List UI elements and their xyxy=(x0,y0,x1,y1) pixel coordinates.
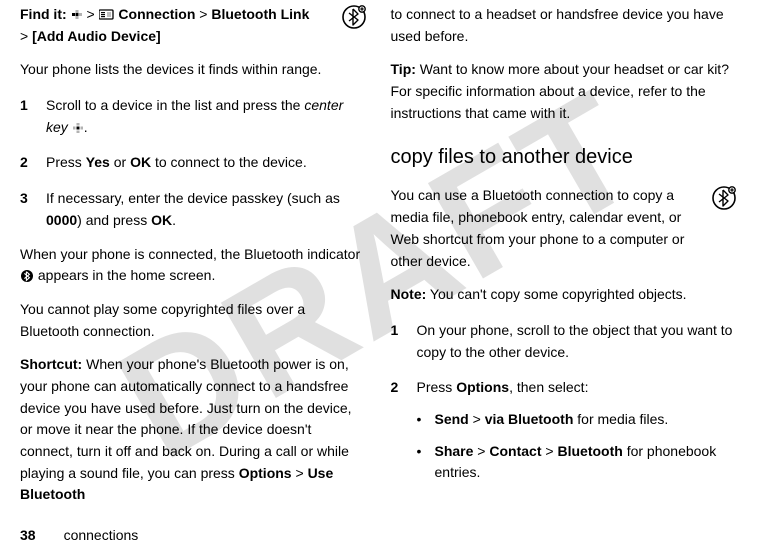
shortcut-b: Options xyxy=(239,465,292,481)
step-1: 1 Scroll to a device in the list and pre… xyxy=(20,95,367,138)
shortcut-label: Shortcut: xyxy=(20,356,82,372)
step-num-2: 2 xyxy=(20,152,32,174)
tip-body: Want to know more about your headset or … xyxy=(391,61,730,120)
intro-para: Your phone lists the devices it finds wi… xyxy=(20,59,367,81)
left-column: Find it: > Connection > Bluetooth Link >… xyxy=(20,4,367,520)
b2b: > xyxy=(473,443,489,459)
bullet-dot-icon-2: • xyxy=(417,441,423,484)
bullet-2: • Share > Contact > Bluetooth for phoneb… xyxy=(391,441,738,484)
center-key-icon xyxy=(71,9,83,21)
r2b: Options xyxy=(456,379,509,395)
gt3: > xyxy=(20,28,28,44)
gt: > xyxy=(86,6,94,22)
path-add-audio: [Add Audio Device] xyxy=(32,28,161,44)
copy-intro-row: You can use a Bluetooth connection to co… xyxy=(391,185,738,272)
page-columns: Find it: > Connection > Bluetooth Link >… xyxy=(0,0,757,520)
rstep-num-1: 1 xyxy=(391,320,403,363)
rstep-body-1: On your phone, scroll to the object that… xyxy=(417,320,738,363)
s1a: Scroll to a device in the list and press… xyxy=(46,97,304,113)
s2a: Press xyxy=(46,154,86,170)
s3a: If necessary, enter the device passkey (… xyxy=(46,190,340,206)
note-para: Note: You can't copy some copyrighted ob… xyxy=(391,284,738,306)
bullet-dot-icon: • xyxy=(417,409,423,431)
center-key-icon-inline xyxy=(72,122,84,134)
step-2: 2 Press Yes or OK to connect to the devi… xyxy=(20,152,367,174)
b2d: > xyxy=(542,443,558,459)
rstep-num-2: 2 xyxy=(391,377,403,399)
bullet-1: • Send > via Bluetooth for media files. xyxy=(391,409,738,431)
s3e: . xyxy=(172,212,176,228)
connection-menu-icon xyxy=(99,9,115,21)
s3d: OK xyxy=(151,212,172,228)
b1c: via Bluetooth xyxy=(485,411,574,427)
b2a: Share xyxy=(435,443,474,459)
step-num-1: 1 xyxy=(20,95,32,138)
step-3: 3 If necessary, enter the device passkey… xyxy=(20,188,367,231)
s2b: Yes xyxy=(86,154,110,170)
copy-intro: You can use a Bluetooth connection to co… xyxy=(391,185,704,272)
path-btlink: Bluetooth Link xyxy=(211,6,309,22)
section-name: connections xyxy=(64,527,139,543)
rstep-1: 1 On your phone, scroll to the object th… xyxy=(391,320,738,363)
bluetooth-feature-icon xyxy=(341,4,367,30)
page-footer: 38 connections xyxy=(20,527,138,543)
step-num-3: 3 xyxy=(20,188,32,231)
copy-heading: copy files to another device xyxy=(391,142,738,173)
find-it-line: Find it: > Connection > Bluetooth Link >… xyxy=(20,4,367,47)
tip-para: Tip: Want to know more about your headse… xyxy=(391,59,738,124)
path-connection: Connection xyxy=(118,6,195,22)
carry-para: to connect to a headset or handsfree dev… xyxy=(391,4,738,47)
right-column: to connect to a headset or handsfree dev… xyxy=(391,4,738,520)
bluetooth-feature-icon-2 xyxy=(711,185,737,211)
note-label: Note: xyxy=(391,286,427,302)
shortcut-c: > xyxy=(292,465,308,481)
r2c: , then select: xyxy=(509,379,588,395)
find-it-label: Find it: xyxy=(20,6,67,22)
shortcut-a: When your phone's Bluetooth power is on,… xyxy=(20,356,352,480)
s1c: . xyxy=(84,119,88,135)
tip-label: Tip: xyxy=(391,61,416,77)
r2a: Press xyxy=(417,379,457,395)
copyright-para: You cannot play some copyrighted files o… xyxy=(20,299,367,342)
connected-para: When your phone is connected, the Blueto… xyxy=(20,244,367,287)
s2c: or xyxy=(110,154,130,170)
s2d: OK xyxy=(130,154,151,170)
conn-b: appears in the home screen. xyxy=(38,267,215,283)
b1a: Send xyxy=(435,411,469,427)
b1b: > xyxy=(469,411,485,427)
note-body: You can't copy some copyrighted objects. xyxy=(426,286,686,302)
rstep-2: 2 Press Options, then select: xyxy=(391,377,738,399)
s2e: to connect to the device. xyxy=(151,154,307,170)
s3c: ) and press xyxy=(77,212,151,228)
s3b: 0000 xyxy=(46,212,77,228)
b2c: Contact xyxy=(489,443,541,459)
shortcut-para: Shortcut: When your phone's Bluetooth po… xyxy=(20,354,367,506)
b1d: for media files. xyxy=(573,411,668,427)
conn-a: When your phone is connected, the Blueto… xyxy=(20,246,360,262)
b2e: Bluetooth xyxy=(557,443,622,459)
bluetooth-indicator-icon xyxy=(20,269,34,283)
gt2: > xyxy=(199,6,207,22)
page-number: 38 xyxy=(20,527,36,543)
